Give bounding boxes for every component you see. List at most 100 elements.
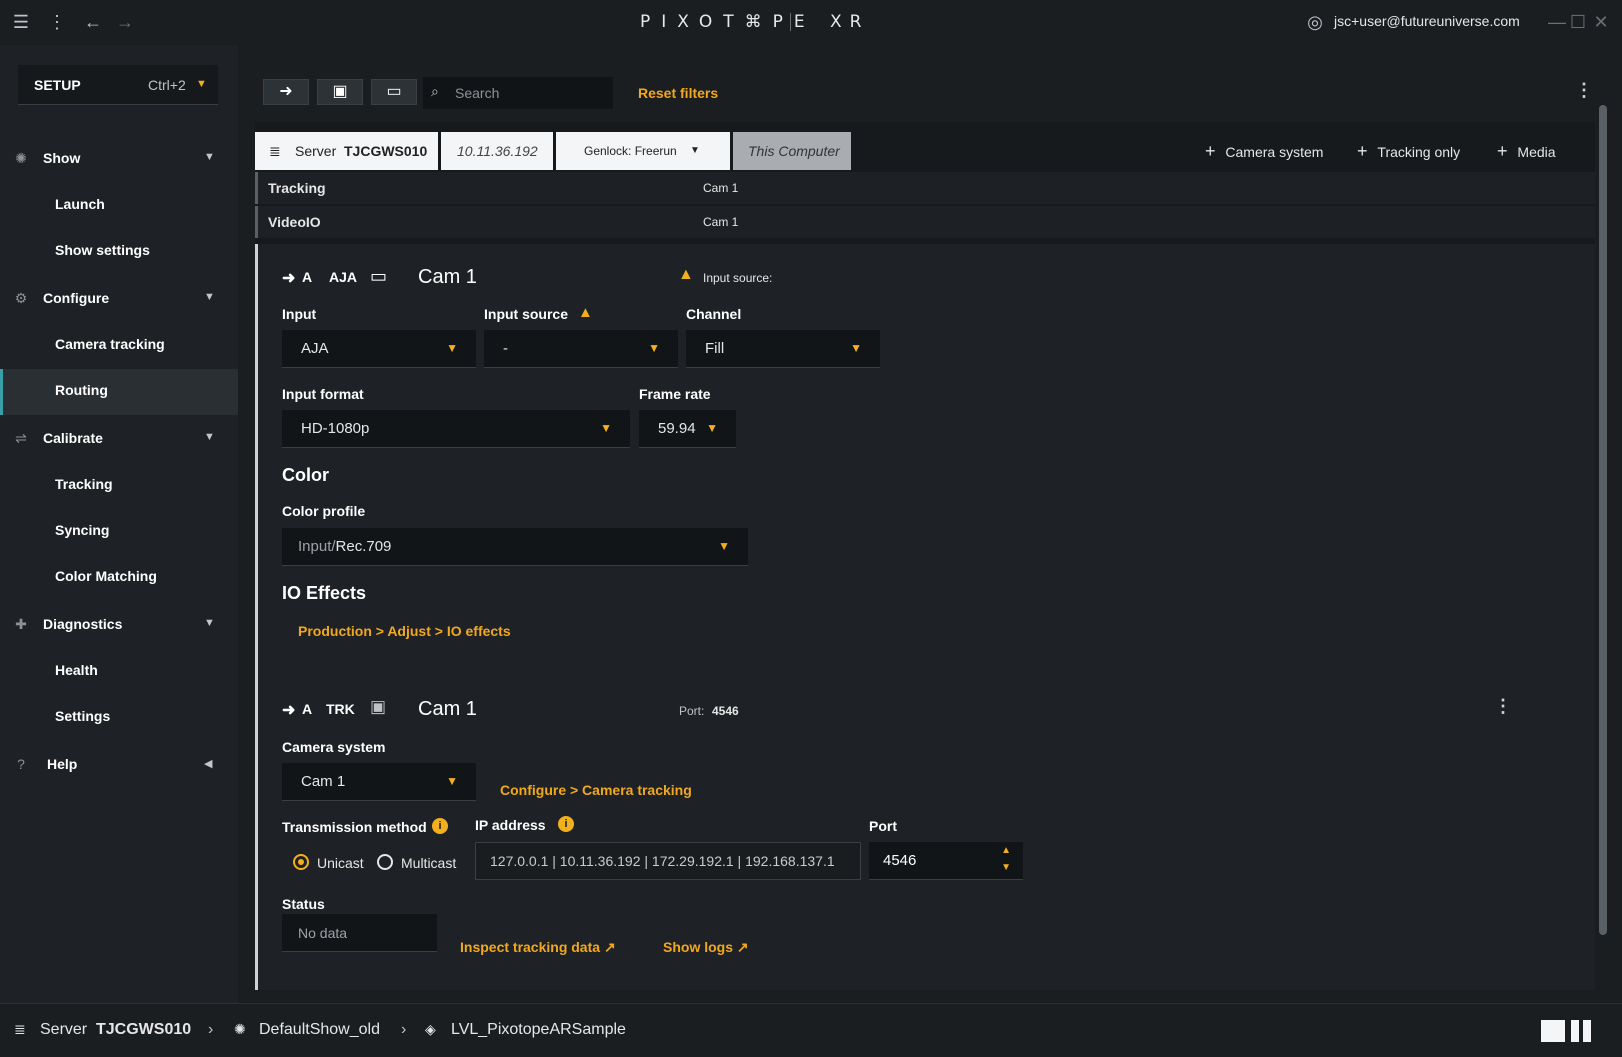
status-level[interactable]: LVL_PixotopeARSample (451, 1021, 626, 1039)
nav-group-configure[interactable]: ⚙ Configure ▼ (0, 277, 238, 323)
filter-tracking-button[interactable]: ▣ (317, 79, 363, 105)
layout-single-icon[interactable] (1541, 1020, 1565, 1042)
input-format-select[interactable]: HD-1080p ▼ (282, 410, 630, 448)
mode-shortcut: Ctrl+2 (148, 77, 186, 93)
show-icon: ✺ (15, 150, 27, 166)
channel-select[interactable]: Fill ▼ (686, 330, 880, 368)
status-server-name[interactable]: TJCGWS010 (96, 1021, 191, 1039)
filter-video-button[interactable]: ▭ (371, 79, 417, 105)
warning-icon: ▲ (678, 266, 694, 283)
show-logs-link[interactable]: Show logs ↗ (663, 939, 749, 956)
user-email[interactable]: jsc+user@futureuniverse.com (1334, 13, 1520, 29)
sidebar-item-health[interactable]: Health (0, 649, 238, 695)
info-icon[interactable]: i (558, 816, 574, 832)
input-select[interactable]: AJA ▼ (282, 330, 476, 368)
caret-down-icon: ▼ (204, 431, 215, 443)
title-bar: ☰ ⋮ ← → PIXOT⌘PE XR ◎ jsc+user@futureuni… (0, 0, 1622, 45)
stepper-up-icon[interactable]: ▲ (1001, 845, 1011, 856)
caret-down-icon: ▼ (446, 341, 458, 355)
database-icon: ≣ (269, 143, 281, 159)
show-icon: ✺ (234, 1021, 246, 1037)
frame-rate-select[interactable]: 59.94 ▼ (639, 410, 736, 448)
maximize-icon[interactable]: ☐ (1567, 11, 1589, 33)
collapse-sidebar-icon[interactable]: ☰ (10, 11, 32, 33)
layout-split-icon[interactable] (1583, 1020, 1591, 1042)
color-profile-select[interactable]: Input/Rec.709 ▼ (282, 528, 748, 566)
stepper-down-icon[interactable]: ▼ (1001, 862, 1011, 873)
add-camera-system-button[interactable]: + Camera system (1205, 132, 1323, 170)
nav-group-calibrate[interactable]: ⇌ Calibrate ▼ (0, 417, 238, 463)
sidebar-item-syncing[interactable]: Syncing (0, 509, 238, 555)
caret-down-icon: ▼ (196, 78, 207, 90)
genlock-select[interactable]: Genlock: Freerun ▼ (556, 132, 730, 170)
sidebar-item-launch[interactable]: Launch (0, 183, 238, 229)
ip-address-field[interactable]: 127.0.0.1 | 10.11.36.192 | 172.29.192.1 … (475, 842, 861, 880)
more-vertical-icon[interactable]: ⋮ (46, 11, 68, 33)
videoio-row[interactable]: VideoIO Cam 1 (255, 206, 1595, 238)
back-arrow-icon[interactable]: ← (82, 11, 104, 33)
server-row: ≣ Server TJCGWS010 10.11.36.192 Genlock:… (255, 132, 1595, 170)
port-value: 4546 (712, 704, 739, 718)
minimize-icon[interactable]: — (1546, 11, 1568, 33)
forward-arrow-icon[interactable]: → (114, 11, 136, 33)
ip-address-label: IP address (475, 817, 546, 833)
caret-down-icon: ▼ (706, 421, 718, 435)
camera-system-select[interactable]: Cam 1 ▼ (282, 763, 476, 801)
input-source-label: Input source (484, 306, 569, 322)
more-vertical-icon[interactable]: ⋮ (1494, 696, 1512, 717)
external-link-icon: ↗ (603, 939, 616, 955)
nav-group-diagnostics[interactable]: ✚ Diagnostics ▼ (0, 603, 238, 649)
warning-icon: ▲ (578, 304, 593, 321)
info-icon[interactable]: i (432, 818, 448, 834)
more-vertical-icon[interactable]: ⋮ (1575, 80, 1593, 101)
warning-text: Input source: (703, 271, 773, 285)
nav-group-help[interactable]: ? Help ◀ (0, 743, 238, 789)
sidebar-item-settings[interactable]: Settings (0, 695, 238, 741)
port-stepper[interactable]: 4546 ▲ ▼ (869, 842, 1023, 880)
arrow-right-icon: ➜ (282, 702, 296, 719)
status-field: No data (282, 914, 437, 952)
caret-down-icon: ▼ (850, 341, 862, 355)
section-route-label: A (302, 701, 313, 717)
mode-label: SETUP (34, 77, 81, 93)
caret-down-icon: ▼ (204, 617, 215, 629)
status-show[interactable]: DefaultShow_old (259, 1021, 380, 1039)
sidebar-item-show-settings[interactable]: Show settings (0, 229, 238, 275)
close-icon[interactable]: ✕ (1590, 11, 1612, 33)
layout-split-icon[interactable] (1571, 1020, 1579, 1042)
multicast-radio[interactable] (377, 854, 393, 870)
unicast-radio[interactable] (293, 854, 309, 870)
section-type: AJA (329, 269, 358, 285)
caret-down-icon: ▼ (690, 145, 700, 156)
port-label: Port: (679, 704, 705, 718)
main-content: ➜ ▣ ▭ ⌕ Search Reset filters ⋮ ≣ Server … (255, 60, 1595, 990)
add-media-button[interactable]: + Media (1497, 132, 1556, 170)
sidebar-item-color-matching[interactable]: Color Matching (0, 555, 238, 601)
reset-filters-button[interactable]: Reset filters (638, 85, 718, 101)
inspect-tracking-data-link[interactable]: Inspect tracking data ↗ (460, 939, 616, 956)
configure-camera-tracking-link[interactable]: Configure > Camera tracking (500, 782, 692, 798)
caret-down-icon: ▼ (600, 421, 612, 435)
status-label: Status (282, 896, 325, 912)
user-icon: ◎ (1307, 12, 1323, 32)
io-effects-link[interactable]: Production > Adjust > IO effects (298, 623, 511, 639)
nav-group-show[interactable]: ✺ Show ▼ (0, 137, 238, 183)
input-format-label: Input format (282, 386, 364, 402)
search-input[interactable]: ⌕ Search (423, 77, 613, 109)
tracking-row[interactable]: Tracking Cam 1 (255, 172, 1595, 204)
channel-label: Channel (686, 306, 742, 322)
help-icon: ? (17, 756, 25, 772)
search-placeholder: Search (455, 85, 500, 101)
section-type: TRK (326, 701, 355, 717)
this-computer-button[interactable]: This Computer (733, 132, 851, 170)
scrollbar-thumb[interactable] (1599, 105, 1607, 935)
input-source-select[interactable]: - ▼ (484, 330, 678, 368)
filter-arrow-button[interactable]: ➜ (263, 79, 309, 105)
caret-down-icon: ▼ (204, 291, 215, 303)
add-tracking-only-button[interactable]: + Tracking only (1357, 132, 1460, 170)
sidebar-item-camera-tracking[interactable]: Camera tracking (0, 323, 238, 369)
sidebar-item-tracking[interactable]: Tracking (0, 463, 238, 509)
section-route-label: A (302, 269, 313, 285)
sidebar-item-routing[interactable]: Routing (0, 369, 238, 415)
mode-selector[interactable]: SETUP Ctrl+2 ▼ (18, 65, 218, 105)
